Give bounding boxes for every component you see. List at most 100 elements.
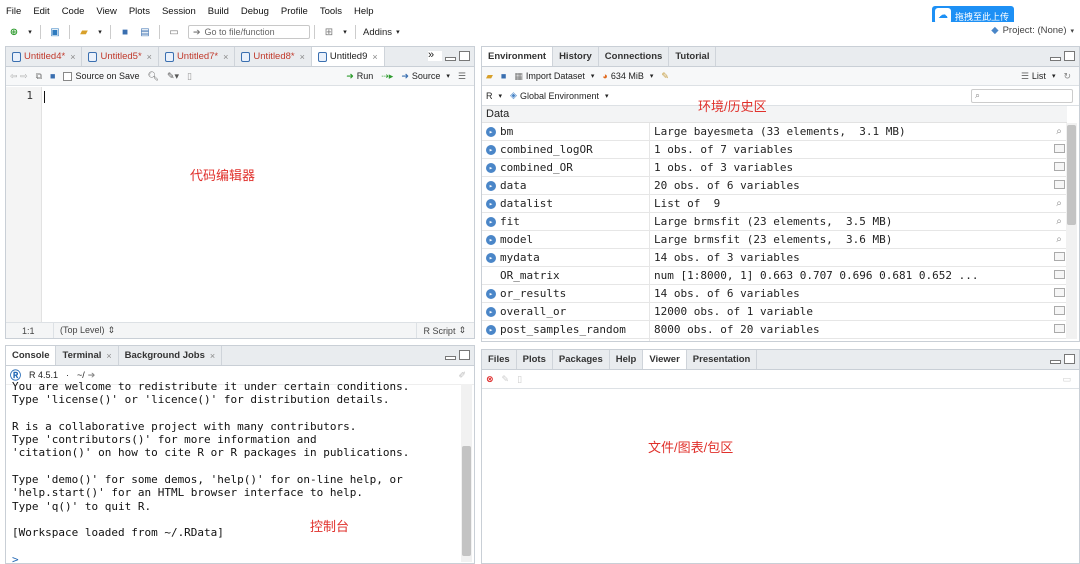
tab-console[interactable]: Console bbox=[6, 346, 57, 365]
env-row-combined_or[interactable]: ▸ combined_OR 1 obs. of 3 variables bbox=[482, 159, 1067, 177]
memory-usage[interactable]: ◕ 634 MiB ▾ bbox=[602, 71, 653, 81]
minimize-icon[interactable] bbox=[445, 57, 456, 61]
rerun-icon[interactable]: ⇢▸ bbox=[381, 71, 393, 82]
menu-debug[interactable]: Debug bbox=[235, 6, 275, 17]
magic-wand-icon[interactable]: ✎▾ bbox=[167, 71, 179, 82]
file-type-indicator[interactable]: R Script ⇕ bbox=[416, 323, 474, 338]
language-dropdown[interactable]: R ▾ bbox=[486, 91, 502, 101]
broom-icon[interactable]: ✎ bbox=[661, 71, 669, 82]
print-icon[interactable]: ▭ bbox=[167, 25, 181, 39]
tab-help[interactable]: Help bbox=[610, 350, 644, 369]
save-icon[interactable]: ■ bbox=[50, 71, 55, 81]
scrollbar-thumb[interactable] bbox=[1067, 125, 1076, 225]
tab-untitled9[interactable]: Untitled9 × bbox=[311, 47, 385, 66]
expand-icon[interactable]: ▸ bbox=[486, 198, 496, 209]
new-file-icon[interactable]: ⊕ bbox=[7, 25, 21, 39]
tab-untitled4[interactable]: Untitled4* × bbox=[6, 47, 83, 66]
menu-help[interactable]: Help bbox=[348, 6, 380, 17]
env-row-datalist[interactable]: ▸ datalist List of 9 ⌕ bbox=[482, 195, 1067, 213]
refresh-icon[interactable]: ▭ bbox=[1062, 374, 1071, 385]
tab-untitled7[interactable]: Untitled7* × bbox=[159, 47, 236, 66]
tab-presentation[interactable]: Presentation bbox=[687, 350, 758, 369]
env-row-or_results[interactable]: ▸ or_results 14 obs. of 6 variables bbox=[482, 285, 1067, 303]
import-dataset-button[interactable]: ▦ Import Dataset ▾ bbox=[514, 71, 594, 82]
search-icon[interactable]: 🔍︎ bbox=[148, 71, 159, 82]
chevron-double-right-icon[interactable]: » bbox=[428, 50, 442, 61]
scope-indicator[interactable]: (Top Level) ⇕ bbox=[54, 325, 115, 336]
expand-icon[interactable]: ▸ bbox=[486, 234, 496, 245]
maximize-icon[interactable] bbox=[459, 51, 470, 61]
close-icon[interactable]: × bbox=[223, 52, 228, 62]
project-menu[interactable]: ◆ Project: (None) ▾ bbox=[991, 25, 1074, 36]
expand-icon[interactable]: ▸ bbox=[486, 216, 496, 227]
env-row-priors[interactable]: ▸priors3 obs. of 10 variables bbox=[482, 339, 1067, 341]
clear-console-icon[interactable]: ✐ bbox=[458, 370, 466, 381]
source-on-save-checkbox[interactable]: Source on Save bbox=[63, 71, 140, 81]
show-in-window-icon[interactable]: ⧉ bbox=[36, 71, 42, 82]
maximize-icon[interactable] bbox=[459, 350, 470, 360]
dropdown-arrow-icon[interactable]: ▾ bbox=[27, 25, 33, 39]
minimize-icon[interactable] bbox=[1050, 57, 1061, 61]
tab-tutorial[interactable]: Tutorial bbox=[669, 47, 717, 66]
document-outline-icon[interactable]: ☰ bbox=[458, 71, 466, 82]
environment-scrollbar[interactable] bbox=[1066, 123, 1077, 339]
view-grid-icon[interactable] bbox=[1051, 179, 1067, 192]
tab-terminal[interactable]: Terminal × bbox=[56, 346, 119, 365]
load-workspace-icon[interactable]: ▰ bbox=[486, 71, 493, 82]
source-button[interactable]: ➜ Source ▾ bbox=[401, 71, 450, 82]
export-icon[interactable]: ▯ bbox=[517, 374, 522, 385]
search-icon[interactable]: ⌕ bbox=[1051, 126, 1067, 137]
env-row-mydata[interactable]: ▸ mydata 14 obs. of 3 variables bbox=[482, 249, 1067, 267]
expand-icon[interactable]: ▸ bbox=[486, 252, 496, 263]
scope-dropdown[interactable]: ◈ Global Environment ▾ bbox=[510, 90, 608, 101]
console-scrollbar[interactable] bbox=[461, 384, 472, 562]
search-icon[interactable]: ⌕ bbox=[1051, 198, 1067, 209]
close-icon[interactable]: × bbox=[106, 351, 111, 361]
expand-icon[interactable]: ▸ bbox=[486, 324, 496, 335]
maximize-icon[interactable] bbox=[1064, 354, 1075, 364]
tab-connections[interactable]: Connections bbox=[599, 47, 670, 66]
search-icon[interactable]: ⌕ bbox=[1051, 234, 1067, 245]
save-workspace-icon[interactable]: ■ bbox=[501, 71, 506, 81]
view-grid-icon[interactable] bbox=[1051, 161, 1067, 174]
env-row-combined_logor[interactable]: ▸ combined_logOR 1 obs. of 7 variables bbox=[482, 141, 1067, 159]
tab-plots[interactable]: Plots bbox=[517, 350, 553, 369]
save-icon[interactable]: ■ bbox=[118, 25, 132, 39]
dropdown-arrow-icon[interactable]: ▾ bbox=[396, 28, 400, 36]
expand-icon[interactable]: ▸ bbox=[486, 306, 496, 317]
menu-build[interactable]: Build bbox=[202, 6, 235, 17]
env-row-fit[interactable]: ▸ fit Large brmsfit (23 elements, 3.5 MB) ⌕ bbox=[482, 213, 1067, 231]
tab-history[interactable]: History bbox=[553, 47, 599, 66]
minimize-icon[interactable] bbox=[445, 356, 456, 360]
env-row-bm[interactable]: ▸ bm Large bayesmeta (33 elements, 3.1 MB)… bbox=[482, 123, 1067, 141]
menu-plots[interactable]: Plots bbox=[123, 6, 156, 17]
search-icon[interactable]: ⌕ bbox=[1051, 216, 1067, 227]
expand-icon[interactable]: ▸ bbox=[486, 180, 496, 191]
menu-edit[interactable]: Edit bbox=[27, 6, 55, 17]
tab-environment[interactable]: Environment bbox=[482, 47, 554, 66]
close-icon[interactable]: × bbox=[147, 52, 152, 62]
scrollbar-thumb[interactable] bbox=[462, 446, 471, 556]
addins-menu[interactable]: Addins bbox=[363, 27, 392, 38]
tab-viewer[interactable]: Viewer bbox=[643, 350, 687, 369]
close-icon[interactable]: × bbox=[210, 351, 215, 361]
view-grid-icon[interactable] bbox=[1051, 251, 1067, 264]
tab-packages[interactable]: Packages bbox=[553, 350, 610, 369]
view-grid-icon[interactable] bbox=[1051, 287, 1067, 300]
minimize-icon[interactable] bbox=[1050, 360, 1061, 364]
compile-report-icon[interactable]: ▯ bbox=[187, 71, 192, 82]
menu-profile[interactable]: Profile bbox=[275, 6, 314, 17]
menu-tools[interactable]: Tools bbox=[314, 6, 348, 17]
expand-icon[interactable]: ▸ bbox=[486, 144, 496, 155]
back-arrow-icon[interactable]: ⇦ ⇨ bbox=[10, 71, 28, 82]
dropdown-arrow-icon[interactable]: ▾ bbox=[97, 25, 103, 39]
broom-icon[interactable]: ✎ bbox=[502, 374, 510, 385]
dropdown-arrow-icon[interactable]: ▾ bbox=[342, 25, 348, 39]
env-row-post_samples_random[interactable]: ▸ post_samples_random 8000 obs. of 20 vari… bbox=[482, 321, 1067, 339]
expand-icon[interactable]: ▸ bbox=[486, 126, 496, 137]
grid-layout-icon[interactable]: ⊞ bbox=[322, 25, 336, 39]
environment-search-input[interactable]: ⌕ bbox=[971, 88, 1073, 103]
view-grid-icon[interactable] bbox=[1051, 323, 1067, 336]
view-mode-dropdown[interactable]: ☰ List ▾ bbox=[1021, 71, 1056, 82]
close-icon[interactable]: × bbox=[372, 52, 377, 62]
